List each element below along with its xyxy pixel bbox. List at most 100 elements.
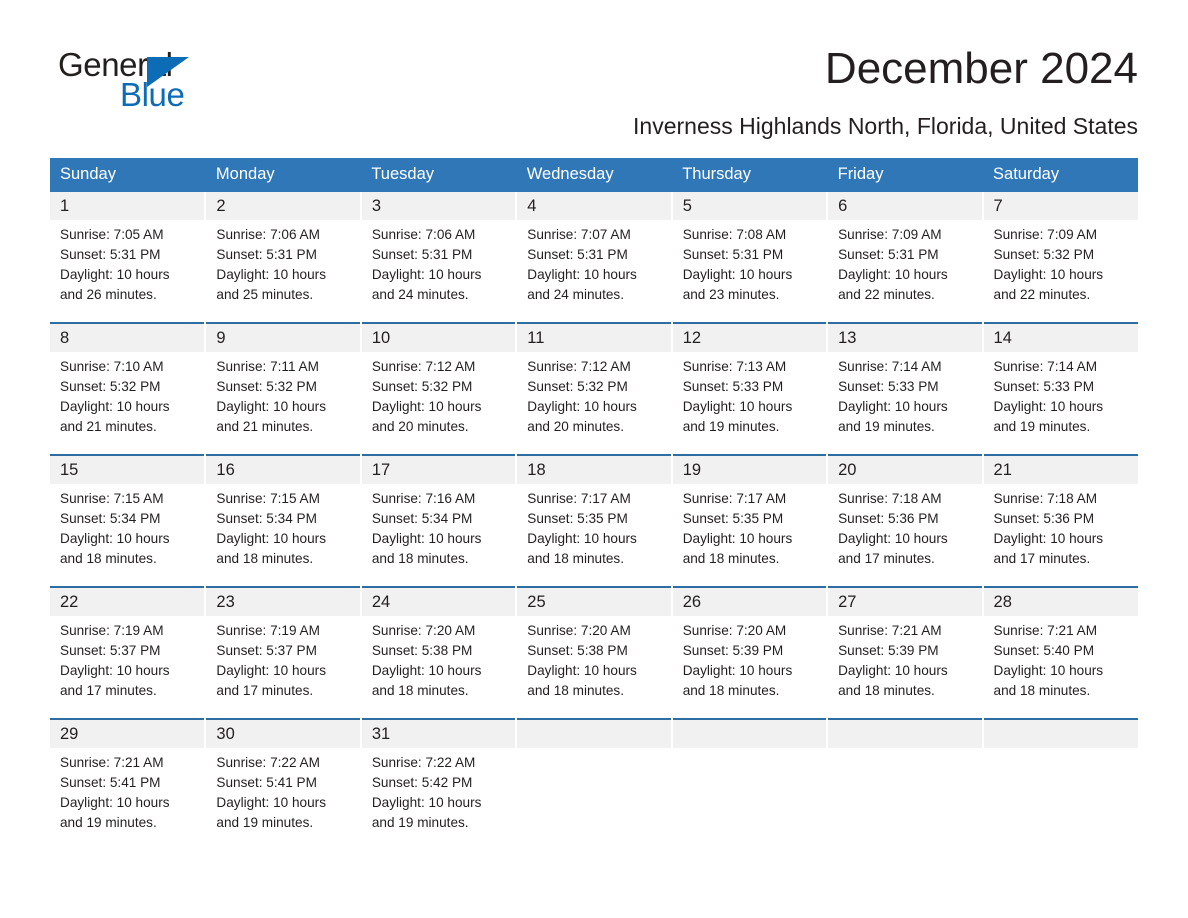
day-number[interactable]: 24	[360, 586, 518, 616]
day-cell: Sunrise: 7:16 AM Sunset: 5:34 PM Dayligh…	[360, 484, 518, 587]
day-number[interactable]: 13	[827, 322, 984, 352]
triangle-icon	[147, 57, 189, 87]
daylight-text: Daylight: 10 hours	[216, 399, 326, 414]
sunrise-text: Sunrise: 7:07 AM	[527, 227, 631, 242]
sunrise-text: Sunrise: 7:19 AM	[60, 623, 164, 638]
daylight-text2: and 22 minutes.	[838, 287, 935, 302]
page-header: General Blue December 2024 Inverness Hig…	[0, 0, 1188, 139]
daylight-text2: and 18 minutes.	[371, 551, 469, 566]
weekday-header-thursday: Thursday	[671, 158, 828, 192]
day-number[interactable]: 23	[205, 586, 362, 616]
daylight-text: Daylight: 10 hours	[993, 267, 1104, 282]
day-cell-empty	[982, 748, 1138, 851]
day-number[interactable]: 30	[205, 718, 362, 748]
sunset-text: Sunset: 5:37 PM	[216, 643, 317, 658]
sunset-text: Sunset: 5:39 PM	[682, 643, 784, 658]
day-number[interactable]: 18	[516, 454, 673, 484]
daylight-text: Daylight: 10 hours	[216, 795, 326, 810]
day-cell: Sunrise: 7:12 AM Sunset: 5:32 PM Dayligh…	[516, 352, 673, 455]
sunrise-text: Sunrise: 7:15 AM	[60, 491, 164, 506]
day-number[interactable]: 10	[360, 322, 518, 352]
daylight-text: Daylight: 10 hours	[682, 399, 793, 414]
daylight-text2: and 19 minutes.	[371, 815, 469, 830]
day-number[interactable]: 22	[50, 586, 207, 616]
day-number[interactable]: 8	[50, 322, 207, 352]
day-number[interactable]: 31	[360, 718, 518, 748]
day-cell: Sunrise: 7:18 AM Sunset: 5:36 PM Dayligh…	[827, 484, 984, 587]
day-cell: Sunrise: 7:07 AM Sunset: 5:31 PM Dayligh…	[516, 220, 673, 323]
sunrise-text: Sunrise: 7:11 AM	[216, 359, 319, 374]
daylight-text2: and 20 minutes.	[527, 419, 624, 434]
daylight-text: Daylight: 10 hours	[60, 399, 170, 414]
page-title: December 2024	[824, 44, 1138, 93]
sunset-text: Sunset: 5:34 PM	[60, 511, 161, 526]
daylight-text: Daylight: 10 hours	[838, 267, 948, 282]
day-number[interactable]: 14	[982, 322, 1138, 352]
sunset-text: Sunset: 5:33 PM	[838, 379, 939, 394]
day-number[interactable]: 28	[982, 586, 1138, 616]
day-number[interactable]: 12	[671, 322, 829, 352]
day-number[interactable]: 16	[205, 454, 362, 484]
daylight-text2: and 18 minutes.	[60, 551, 157, 566]
daylight-text: Daylight: 10 hours	[371, 663, 482, 678]
day-cell: Sunrise: 7:18 AM Sunset: 5:36 PM Dayligh…	[982, 484, 1138, 587]
daylight-text: Daylight: 10 hours	[60, 795, 170, 810]
day-number-empty	[516, 718, 673, 748]
day-number[interactable]: 5	[671, 192, 829, 220]
sunset-text: Sunset: 5:32 PM	[216, 379, 317, 394]
sunrise-text: Sunrise: 7:19 AM	[216, 623, 320, 638]
daylight-text: Daylight: 10 hours	[60, 531, 170, 546]
daylight-text2: and 18 minutes.	[371, 683, 469, 698]
daylight-text2: and 18 minutes.	[682, 683, 780, 698]
daylight-text2: and 20 minutes.	[371, 419, 469, 434]
daylight-text: Daylight: 10 hours	[527, 267, 637, 282]
daylight-text2: and 18 minutes.	[527, 551, 624, 566]
daylight-text: Daylight: 10 hours	[216, 267, 326, 282]
sunrise-text: Sunrise: 7:14 AM	[838, 359, 942, 374]
day-number[interactable]: 19	[671, 454, 829, 484]
day-cell: Sunrise: 7:09 AM Sunset: 5:31 PM Dayligh…	[827, 220, 984, 323]
sunrise-text: Sunrise: 7:21 AM	[60, 755, 164, 770]
daylight-text2: and 24 minutes.	[527, 287, 624, 302]
day-cell-empty	[516, 748, 673, 851]
daylight-text2: and 21 minutes.	[216, 419, 314, 434]
day-number[interactable]: 17	[360, 454, 518, 484]
day-number[interactable]: 25	[516, 586, 673, 616]
day-number[interactable]: 29	[50, 718, 207, 748]
day-number[interactable]: 15	[50, 454, 207, 484]
day-number[interactable]: 20	[827, 454, 984, 484]
day-number[interactable]: 26	[671, 586, 829, 616]
calendar-body: 1 2 3 4 5 6 7 Sunrise: 7:05 AM Sunset: 5…	[50, 192, 1138, 851]
day-number[interactable]: 1	[50, 192, 207, 220]
day-number[interactable]: 27	[827, 586, 984, 616]
week-4-date-row: 22 23 24 25 26 27 28	[50, 586, 1138, 616]
day-cell: Sunrise: 7:17 AM Sunset: 5:35 PM Dayligh…	[516, 484, 673, 587]
day-number[interactable]: 7	[982, 192, 1138, 220]
day-number[interactable]: 4	[516, 192, 673, 220]
sunrise-text: Sunrise: 7:20 AM	[371, 623, 476, 638]
daylight-text: Daylight: 10 hours	[838, 531, 948, 546]
sunset-text: Sunset: 5:33 PM	[993, 379, 1095, 394]
day-number[interactable]: 2	[205, 192, 362, 220]
day-number[interactable]: 3	[360, 192, 518, 220]
sunrise-text: Sunrise: 7:22 AM	[371, 755, 476, 770]
sunrise-text: Sunrise: 7:12 AM	[527, 359, 631, 374]
sunset-text: Sunset: 5:41 PM	[60, 775, 161, 790]
sunrise-text: Sunrise: 7:13 AM	[682, 359, 787, 374]
day-number[interactable]: 6	[827, 192, 984, 220]
day-number[interactable]: 9	[205, 322, 362, 352]
week-2-date-row: 8 9 10 11 12 13 14	[50, 322, 1138, 352]
day-number[interactable]: 21	[982, 454, 1138, 484]
sunset-text: Sunset: 5:31 PM	[216, 247, 317, 262]
day-cell-empty	[671, 748, 829, 851]
sunrise-text: Sunrise: 7:12 AM	[371, 359, 476, 374]
day-cell: Sunrise: 7:05 AM Sunset: 5:31 PM Dayligh…	[50, 220, 207, 323]
day-cell: Sunrise: 7:20 AM Sunset: 5:38 PM Dayligh…	[360, 616, 518, 719]
daylight-text2: and 23 minutes.	[682, 287, 780, 302]
week-4-info-row: Sunrise: 7:19 AM Sunset: 5:37 PM Dayligh…	[50, 616, 1138, 719]
day-cell: Sunrise: 7:12 AM Sunset: 5:32 PM Dayligh…	[360, 352, 518, 455]
day-cell: Sunrise: 7:13 AM Sunset: 5:33 PM Dayligh…	[671, 352, 829, 455]
calendar-table: Sunday Monday Tuesday Wednesday Thursday…	[50, 158, 1139, 851]
sunset-text: Sunset: 5:42 PM	[371, 775, 473, 790]
day-number[interactable]: 11	[516, 322, 673, 352]
